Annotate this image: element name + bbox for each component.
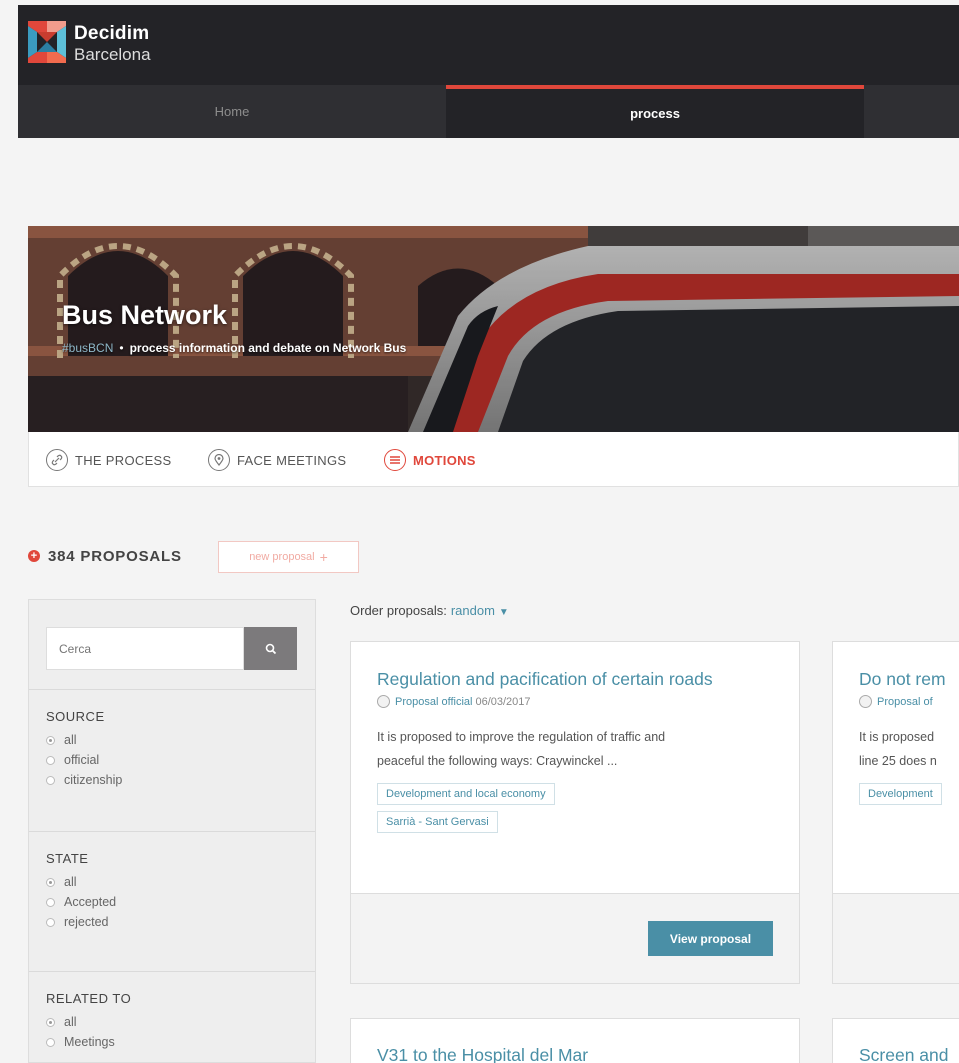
filter-option[interactable]: all [46,730,315,750]
filter-sidebar: SOURCE all official citizenship STATE al… [28,599,316,1063]
option-label: all [64,1015,77,1029]
order-label: Order proposals: [350,603,447,618]
option-label: citizenship [64,773,123,787]
proposal-card: V31 to the Hospital del Mar [350,1018,800,1063]
filter-related: RELATED TO all Meetings [29,971,315,1063]
process-title: Bus Network [62,300,228,330]
search-icon [265,643,276,654]
proposal-card: Regulation and pacification of certain r… [350,641,800,984]
tab-label: MOTIONS [413,452,476,468]
search-box [46,627,297,670]
order-value[interactable]: random [451,603,495,618]
view-proposal-button[interactable]: View proposal [648,921,773,956]
excerpt-line: It is proposed [859,730,935,744]
proposal-date: 06/03/2017 [475,695,531,708]
card-footer [833,893,959,983]
option-label: official [64,753,100,767]
avatar-icon [377,695,390,708]
proposal-card: Screen and [832,1018,959,1063]
filter-option[interactable]: Meetings [46,1032,315,1052]
excerpt-line: It is proposed to improve the regulation… [377,730,666,744]
link-icon [46,449,68,471]
search-button[interactable] [244,627,297,670]
proposals-count: + 384 PROPOSALS [28,541,182,571]
filter-title: RELATED TO [46,991,132,1006]
option-label: Meetings [64,1035,115,1049]
proposal-title[interactable]: V31 to the Hospital del Mar [377,1045,773,1063]
option-label: Accepted [64,895,117,909]
tab-face-meetings[interactable]: FACE MEETINGS [208,449,346,471]
filter-state: STATE all Accepted rejected [29,831,315,971]
excerpt-line: peaceful the following ways: Craywinckel… [377,754,618,768]
proposal-excerpt: It is proposed to improve the regulation… [377,725,773,773]
brand-name: Decidim [74,23,150,44]
radio-icon [46,917,55,927]
proposal-title[interactable]: Screen and [859,1045,949,1063]
page: Decidim Barcelona Home process Bus Netwo… [0,0,959,1063]
process-subnav: THE PROCESS FACE MEETINGS MOTIONS [28,432,959,487]
tab-label: FACE MEETINGS [237,452,347,468]
proposal-author[interactable]: Proposal official [395,696,472,708]
process-subtitle: #busBCN • process information and debate o… [62,341,406,355]
search-input[interactable] [46,627,244,670]
new-proposal-button[interactable]: new proposal + [218,541,359,573]
proposal-title[interactable]: Do not rem [859,669,946,690]
proposal-author[interactable]: Proposal of [877,696,933,708]
tab-label: THE PROCESS [75,452,172,468]
process-hashtag[interactable]: #busBCN [62,341,113,355]
proposals-count-label: 384 PROPOSALS [48,547,182,565]
hero-banner: Bus Network #busBCN • process information … [28,226,959,432]
radio-icon [46,897,55,907]
proposal-card: Do not rem Proposal of It is proposed li… [832,641,959,984]
location-pin-icon [208,449,230,471]
radio-icon [46,735,55,745]
radio-icon [46,755,55,765]
filter-source: SOURCE all official citizenship [29,689,315,831]
radio-icon [46,877,55,887]
card-footer: View proposal [351,893,799,983]
filter-option[interactable]: rejected [46,912,315,932]
excerpt-line: line 25 does n [859,754,937,768]
proposal-title[interactable]: Regulation and pacification of certain r… [377,669,773,690]
filter-option[interactable]: all [46,1012,315,1032]
option-label: all [64,875,77,889]
radio-icon [46,1037,55,1047]
tab-the-process[interactable]: THE PROCESS [46,449,171,471]
filter-option[interactable]: official [46,750,315,770]
caret-down-icon[interactable]: ▼ [499,607,509,618]
district-tag[interactable]: Sarrià - Sant Gervasi [377,811,498,833]
separator-dot: • [119,341,124,355]
nav-process[interactable]: process [446,85,864,138]
tab-motions[interactable]: MOTIONS [384,449,476,471]
radio-icon [46,1017,55,1027]
filter-option[interactable]: all [46,872,315,892]
filter-title: STATE [46,851,89,866]
main-nav: Home process [18,85,959,138]
new-proposal-label: new proposal [249,551,315,563]
list-icon [384,449,406,471]
radio-icon [46,775,55,785]
process-description: process information and debate on Networ… [129,341,407,355]
plus-icon: + [319,549,328,565]
filter-title: SOURCE [46,709,105,724]
avatar-icon [859,695,872,708]
proposal-meta: Proposal of [859,695,945,708]
proposal-meta: Proposal official 06/03/2017 [377,695,773,708]
category-tag[interactable]: Development [859,783,942,805]
nav-home[interactable]: Home [18,85,446,138]
decidim-logo[interactable] [28,21,66,63]
option-label: all [64,733,77,747]
proposal-excerpt: It is proposed line 25 does n [859,725,945,773]
filter-option[interactable]: Accepted [46,892,315,912]
category-tag[interactable]: Development and local economy [377,783,555,805]
filter-option[interactable]: citizenship [46,770,315,790]
option-label: rejected [64,915,109,929]
plus-circle-icon: + [28,550,40,562]
order-selector: Order proposals: random ▼ [350,603,509,618]
header-bar: Decidim Barcelona [18,5,959,85]
brand-city: Barcelona [74,45,151,64]
